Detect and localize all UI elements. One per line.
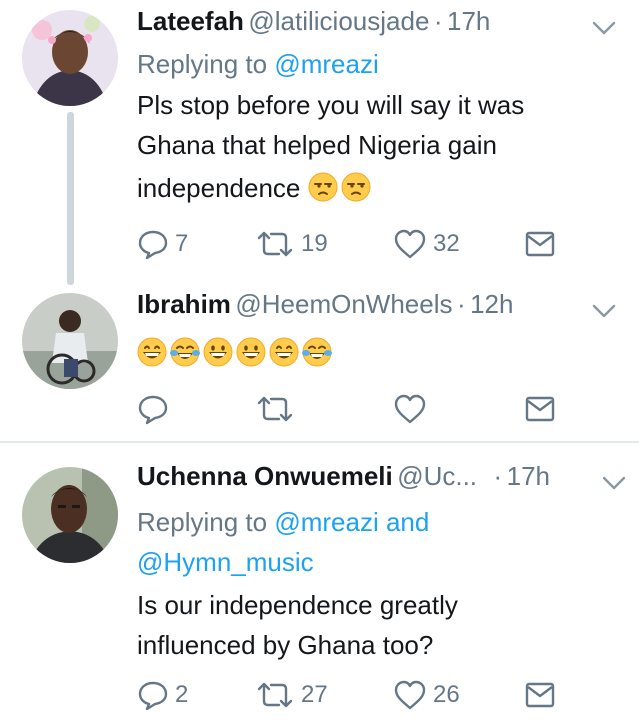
like-count: 32 [433,230,460,257]
separator-dot: · [433,6,443,36]
display-name[interactable]: Lateefah [137,6,244,36]
grinning-face-icon [236,337,266,367]
separator-dot: · [456,289,466,319]
grinning-face-icon [137,337,167,367]
envelope-icon [525,682,555,708]
retweet-icon [257,231,293,257]
username[interactable]: @latiliciousjade [248,6,429,36]
tweet-divider [0,441,639,443]
heart-icon [394,229,426,259]
retweet-button[interactable]: 19 [255,224,328,264]
direct-message-button[interactable] [525,389,555,429]
tweet-text-line: influenced by Ghana too? [137,630,434,660]
display-name[interactable]: Ibrahim [137,289,231,319]
tweet-text-line: Ghana that helped Nigeria gain [137,130,497,160]
tweet-header: Uchenna Onwuemeli @Uc... · 17h [137,461,639,501]
tweet-text: Pls stop before you will say it was Ghan… [137,85,524,211]
unamused-face-icon [341,172,371,202]
reply-count: 2 [175,681,189,708]
username[interactable]: @HeemOnWheels [235,289,452,319]
replying-to-link[interactable]: @mreazi and [274,507,429,537]
reply-button[interactable] [137,389,175,429]
tweet-actions: 2 27 26 [137,675,577,715]
tweet-2[interactable]: Ibrahim @HeemOnWheels · 12h [0,285,639,440]
chevron-down-icon[interactable] [591,303,617,319]
heart-icon [394,680,426,710]
chevron-down-icon[interactable] [591,20,617,36]
tweet-emojis [137,333,335,373]
tweet-text: Is our independence greatly influenced b… [137,585,458,665]
timestamp[interactable]: 17h [507,461,550,491]
avatar[interactable] [22,293,118,389]
replying-to: Replying to @mreazi [137,44,379,84]
grinning-face-icon [269,337,299,367]
tweet-actions [137,389,577,429]
chevron-down-icon[interactable] [601,475,627,491]
tweet-text-line: independence [137,173,301,203]
replying-to-link[interactable]: @mreazi [274,49,378,79]
envelope-icon [525,396,555,422]
tweet-actions: 7 19 32 [137,224,577,264]
like-button[interactable]: 26 [393,675,460,715]
replying-to: Replying to @mreazi and @Hymn_music [137,502,429,582]
tweet-1[interactable]: Lateefah @latiliciousjade · 17h Replying… [0,0,639,285]
like-button[interactable] [393,389,433,429]
face-with-tears-of-joy-icon [170,337,200,367]
envelope-icon [525,231,555,257]
replying-to-label: Replying to [137,49,268,79]
reply-count: 7 [175,230,189,257]
retweet-button[interactable] [255,389,301,429]
timestamp[interactable]: 12h [470,289,513,319]
like-count: 26 [433,681,460,708]
reply-icon [138,395,168,425]
avatar[interactable] [22,10,118,106]
separator-dot: · [493,461,503,491]
reply-button[interactable]: 2 [137,675,188,715]
retweet-count: 27 [301,681,328,708]
replying-to-label: Replying to [137,507,268,537]
retweet-count: 19 [301,230,328,257]
avatar[interactable] [22,467,118,563]
heart-icon [394,394,426,424]
username[interactable]: @Uc... [397,461,477,491]
timestamp[interactable]: 17h [447,6,490,36]
retweet-icon [257,682,293,708]
grinning-face-icon [203,337,233,367]
tweet-header: Ibrahim @HeemOnWheels · 12h [137,289,639,329]
retweet-icon [257,396,293,422]
like-button[interactable]: 32 [393,224,460,264]
face-with-tears-of-joy-icon [302,337,332,367]
tweet-header: Lateefah @latiliciousjade · 17h [137,6,639,46]
direct-message-button[interactable] [525,675,555,715]
tweet-text-line: Is our independence greatly [137,590,458,620]
unamused-face-icon [308,172,338,202]
display-name[interactable]: Uchenna Onwuemeli [137,461,393,491]
reply-icon [138,681,168,711]
tweet-3[interactable]: Uchenna Onwuemeli @Uc... · 17h Replying … [0,445,639,720]
tweet-text-line: Pls stop before you will say it was [137,90,525,120]
direct-message-button[interactable] [525,224,555,264]
reply-button[interactable]: 7 [137,224,188,264]
thread-line [67,112,74,285]
replying-to-link[interactable]: @Hymn_music [137,542,429,582]
reply-icon [138,230,168,260]
retweet-button[interactable]: 27 [255,675,328,715]
